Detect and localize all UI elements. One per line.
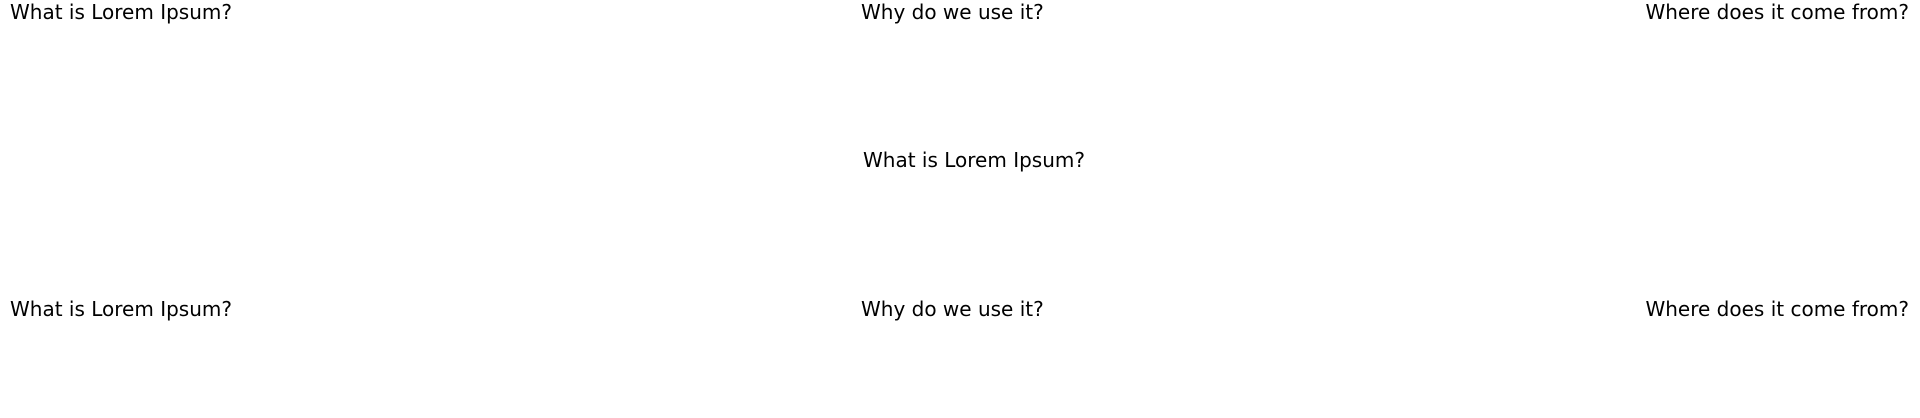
heading-why-do-we-use-it-top-center: Why do we use it? (861, 0, 1044, 24)
heading-why-do-we-use-it-bottom-center: Why do we use it? (861, 297, 1044, 321)
heading-what-is-lorem-ipsum-bottom-left: What is Lorem Ipsum? (10, 297, 232, 321)
page: What is Lorem Ipsum? Why do we use it? W… (0, 0, 1920, 418)
heading-what-is-lorem-ipsum-middle-center: What is Lorem Ipsum? (863, 148, 1085, 172)
heading-what-is-lorem-ipsum-top-left: What is Lorem Ipsum? (10, 0, 232, 24)
heading-where-does-it-come-from-top-right: Where does it come from? (1645, 0, 1909, 24)
heading-where-does-it-come-from-bottom-right: Where does it come from? (1645, 297, 1909, 321)
